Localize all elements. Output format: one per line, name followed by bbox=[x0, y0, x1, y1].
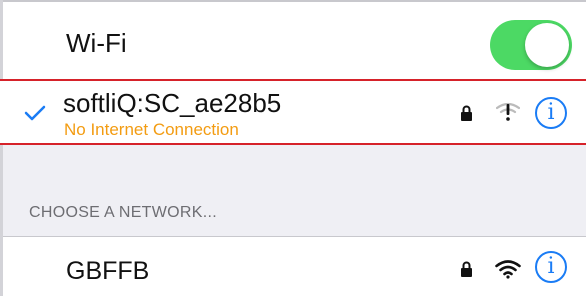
lock-icon bbox=[461, 105, 472, 121]
wifi-toggle-row: Wi-Fi bbox=[3, 2, 586, 79]
wifi-toggle-switch[interactable] bbox=[490, 20, 572, 70]
checkmark-icon bbox=[24, 105, 46, 121]
network-name: GBFFB bbox=[66, 257, 150, 285]
connected-network-row[interactable]: softliQ:SC_ae28b5 No Internet Connection… bbox=[0, 79, 586, 145]
info-icon: i bbox=[547, 254, 555, 279]
wifi-icon bbox=[495, 260, 521, 279]
network-row-gbffb[interactable]: GBFFB i bbox=[3, 237, 586, 296]
toggle-knob bbox=[525, 23, 569, 67]
section-spacer: CHOOSE A NETWORK... bbox=[3, 145, 586, 236]
wifi-alert-icon bbox=[496, 102, 520, 121]
network-info-button[interactable]: i bbox=[535, 251, 567, 283]
connection-status: No Internet Connection bbox=[64, 120, 239, 139]
lock-icon bbox=[461, 261, 472, 277]
info-icon: i bbox=[547, 100, 555, 125]
choose-network-header: CHOOSE A NETWORK... bbox=[29, 204, 217, 221]
wifi-label: Wi-Fi bbox=[66, 28, 127, 58]
connected-network-name: softliQ:SC_ae28b5 bbox=[63, 88, 282, 118]
wifi-settings-panel: Wi-Fi softliQ:SC_ae28b5 No Internet Conn… bbox=[0, 0, 586, 296]
connected-network-info-button[interactable]: i bbox=[535, 97, 567, 129]
